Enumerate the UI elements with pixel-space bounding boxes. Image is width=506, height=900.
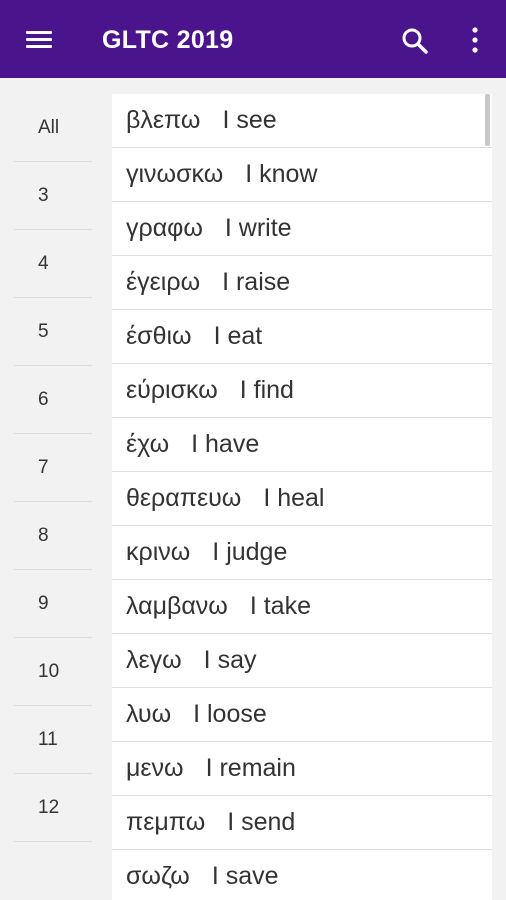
scrollbar-thumb[interactable]	[485, 94, 490, 146]
chapter-label: 3	[38, 184, 49, 206]
list-item[interactable]: λαμβανω I take	[112, 580, 492, 634]
list-item[interactable]: μενω I remain	[112, 742, 492, 796]
chapter-label: 11	[38, 728, 58, 750]
chapter-item-all[interactable]: All	[14, 94, 92, 162]
list-item[interactable]: σωζω I save	[112, 850, 492, 900]
list-item[interactable]: πεμπω I send	[112, 796, 492, 850]
english-meaning: I heal	[263, 484, 325, 512]
list-item[interactable]: εύρισκω I find	[112, 364, 492, 418]
chapter-item-7[interactable]: 7	[14, 434, 92, 502]
chapter-list: All 3 4 5 6 7 8 9 10 11 12	[14, 94, 92, 842]
greek-word: λεγω	[126, 646, 182, 674]
english-meaning: I eat	[213, 322, 263, 350]
list-item[interactable]: θεραπευω I heal	[112, 472, 492, 526]
english-meaning: I remain	[205, 754, 296, 782]
chapter-label: 6	[38, 388, 49, 410]
hamburger-menu-icon-bar	[26, 45, 52, 48]
greek-word: εύρισκω	[126, 376, 218, 404]
hamburger-menu-icon-bar	[26, 38, 52, 41]
more-options-button[interactable]	[460, 24, 490, 60]
greek-word: θεραπευω	[126, 484, 242, 512]
app-title: GLTC 2019	[102, 26, 234, 54]
vocabulary-list[interactable]: βλεπω I see γινωσκω I know γραφω I write έγ…	[112, 94, 492, 900]
chapter-item-8[interactable]: 8	[14, 502, 92, 570]
greek-word: λαμβανω	[126, 592, 228, 620]
app-bar: GLTC 2019	[0, 0, 506, 78]
chapter-label: 4	[38, 252, 49, 274]
chapter-item-4[interactable]: 4	[14, 230, 92, 298]
english-meaning: I save	[211, 862, 279, 890]
english-meaning: I have	[191, 430, 260, 458]
greek-word: γραφω	[126, 214, 203, 242]
chapter-item-10[interactable]: 10	[14, 638, 92, 706]
search-icon	[402, 28, 428, 54]
chapter-label: 9	[38, 592, 49, 614]
english-meaning: I see	[222, 106, 277, 134]
greek-word: βλεπω	[126, 106, 201, 134]
menu-button[interactable]	[24, 27, 54, 51]
english-meaning: I take	[249, 592, 311, 620]
english-meaning: I write	[224, 214, 292, 242]
search-button[interactable]	[398, 24, 434, 60]
english-meaning: I find	[239, 376, 294, 404]
list-item[interactable]: γινωσκω I know	[112, 148, 492, 202]
greek-word: κρινω	[126, 538, 191, 566]
english-meaning: I raise	[222, 268, 291, 296]
greek-word: έχω	[126, 430, 170, 458]
chapter-label: 12	[38, 796, 60, 818]
chapter-item-11[interactable]: 11	[14, 706, 92, 774]
greek-word: λυω	[126, 700, 172, 728]
english-meaning: I judge	[212, 538, 288, 566]
list-item[interactable]: γραφω I write	[112, 202, 492, 256]
chapter-label: 5	[38, 320, 49, 342]
chapter-item-6[interactable]: 6	[14, 366, 92, 434]
hamburger-menu-icon	[26, 31, 52, 34]
list-item[interactable]: βλεπω I see	[112, 94, 492, 148]
more-vert-icon	[472, 27, 478, 53]
english-meaning: I loose	[193, 700, 267, 728]
greek-word: έσθιω	[126, 322, 192, 350]
chapter-item-5[interactable]: 5	[14, 298, 92, 366]
chapter-label: All	[38, 116, 60, 138]
greek-word: πεμπω	[126, 808, 206, 836]
list-item[interactable]: λεγω I say	[112, 634, 492, 688]
chapter-label: 10	[38, 660, 60, 682]
greek-word: γινωσκω	[126, 160, 224, 188]
list-item[interactable]: έχω I have	[112, 418, 492, 472]
chapter-item-3[interactable]: 3	[14, 162, 92, 230]
list-item[interactable]: κρινω I judge	[112, 526, 492, 580]
chapter-label: 8	[38, 524, 49, 546]
chapter-label: 7	[38, 456, 49, 478]
chapter-item-12[interactable]: 12	[14, 774, 92, 842]
english-meaning: I say	[203, 646, 257, 674]
english-meaning: I send	[227, 808, 296, 836]
greek-word: έγειρω	[126, 268, 201, 296]
list-item[interactable]: έγειρω I raise	[112, 256, 492, 310]
english-meaning: I know	[245, 160, 318, 188]
list-item[interactable]: λυω I loose	[112, 688, 492, 742]
greek-word: σωζω	[126, 862, 190, 890]
list-item[interactable]: έσθιω I eat	[112, 310, 492, 364]
greek-word: μενω	[126, 754, 184, 782]
chapter-item-9[interactable]: 9	[14, 570, 92, 638]
